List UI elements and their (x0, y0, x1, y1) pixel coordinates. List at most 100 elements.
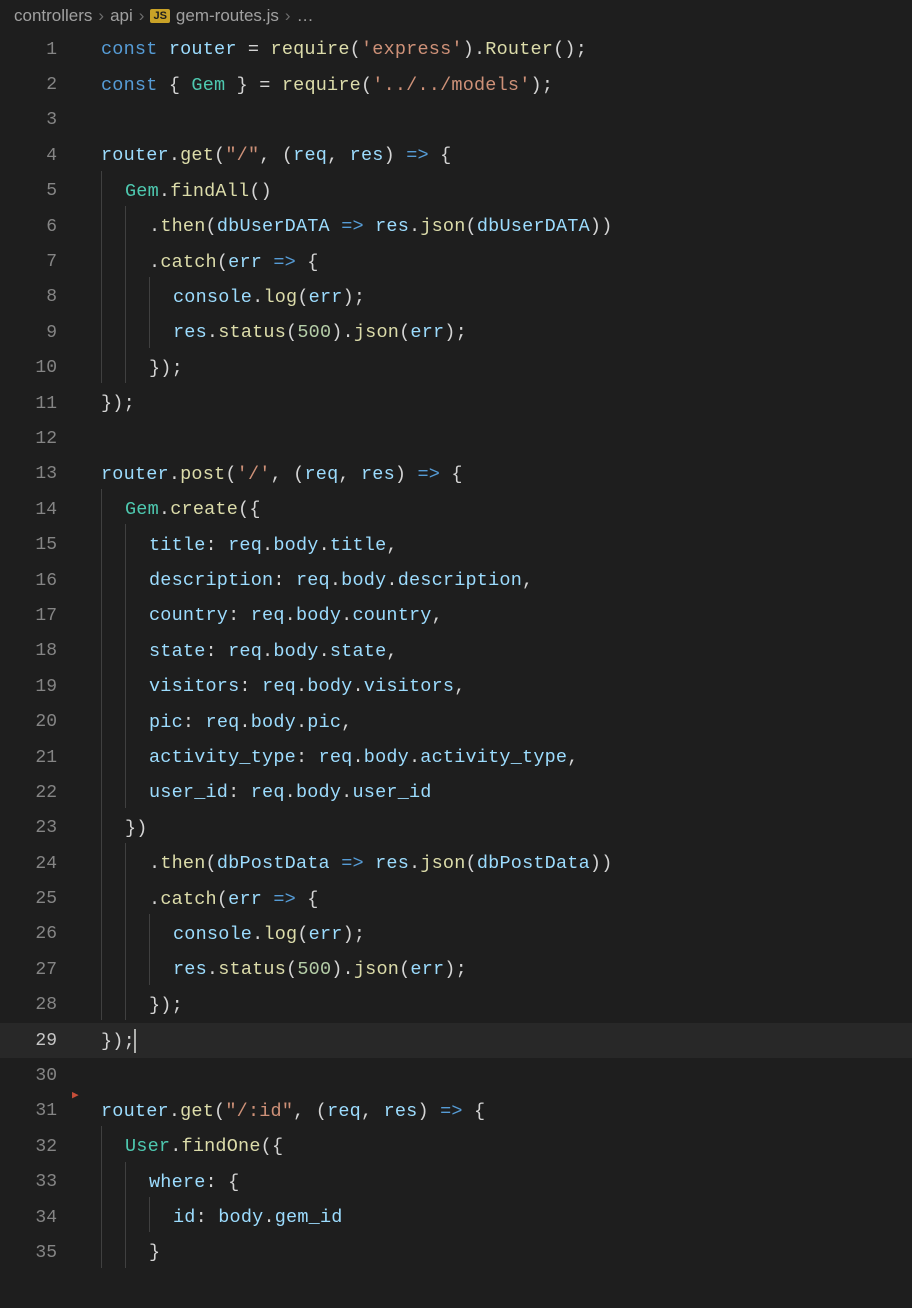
code-line[interactable]: 15 title: req.body.title, (0, 527, 912, 562)
code-content[interactable]: id: body.gem_id (173, 1207, 343, 1228)
code-content[interactable]: }) (125, 818, 148, 839)
code-content[interactable]: activity_type: req.body.activity_type, (149, 747, 579, 768)
line-number[interactable]: 16 (0, 571, 65, 591)
code-line[interactable]: 23}) (0, 811, 912, 846)
code-line[interactable]: 12 (0, 421, 912, 456)
code-content[interactable]: .then(dbPostData => res.json(dbPostData)… (149, 853, 613, 874)
code-line[interactable]: 1const router = require('express').Route… (0, 32, 912, 67)
code-line[interactable]: 9res.status(500).json(err); (0, 315, 912, 350)
code-line[interactable]: 18state: req.body.state, (0, 634, 912, 669)
code-content[interactable]: title: req.body.title, (149, 535, 398, 556)
code-content[interactable]: }); (149, 358, 183, 379)
code-line[interactable]: 21 activity_type: req.body.activity_type, (0, 740, 912, 775)
code-content[interactable]: visitors: req.body.visitors, (149, 676, 466, 697)
code-line[interactable]: 32 User.findOne({ (0, 1129, 912, 1164)
code-content[interactable]: Gem.create({ (125, 499, 261, 520)
breadcrumb-folder[interactable]: controllers (14, 6, 92, 26)
code-line[interactable]: 11}); (0, 386, 912, 421)
code-line[interactable]: 4 router.get("/", (req, res) => { (0, 138, 912, 173)
line-number[interactable]: 30 (0, 1066, 65, 1086)
line-number[interactable]: 28 (0, 995, 65, 1015)
breadcrumb-trailing[interactable]: … (297, 6, 314, 26)
code-line[interactable]: 33 where: { (0, 1165, 912, 1200)
code-content[interactable]: router.post('/', (req, res) => { (101, 464, 463, 485)
line-number[interactable]: 32 (0, 1137, 65, 1157)
code-line[interactable]: 35} (0, 1235, 912, 1270)
code-content[interactable]: const { Gem } = require('../../models'); (101, 75, 553, 96)
line-number[interactable]: 8 (0, 287, 65, 307)
code-content[interactable]: .catch(err => { (149, 889, 319, 910)
code-line[interactable]: 31router.get("/:id", (req, res) => {▶ (0, 1094, 912, 1129)
code-content[interactable]: Gem.findAll() (125, 181, 272, 202)
line-number[interactable]: 9 (0, 323, 65, 343)
code-content[interactable]: user_id: req.body.user_id (149, 782, 432, 803)
code-line[interactable]: 22 user_id: req.body.user_id (0, 775, 912, 810)
code-content[interactable]: .then(dbUserDATA => res.json(dbUserDATA)… (149, 216, 613, 237)
code-line[interactable]: 6 .then(dbUserDATA => res.json(dbUserDATA… (0, 209, 912, 244)
line-number[interactable]: 1 (0, 40, 65, 60)
line-number[interactable]: 11 (0, 394, 65, 414)
line-number[interactable]: 23 (0, 818, 65, 838)
line-number[interactable]: 12 (0, 429, 65, 449)
code-line[interactable]: 17 country: req.body.country, (0, 598, 912, 633)
line-number[interactable]: 26 (0, 924, 65, 944)
line-number[interactable]: 31 (0, 1101, 65, 1121)
code-line[interactable]: 29}); (0, 1023, 912, 1058)
line-number[interactable]: 29 (0, 1031, 65, 1051)
code-content[interactable]: }); (101, 1029, 136, 1053)
line-number[interactable]: 6 (0, 217, 65, 237)
line-number[interactable]: 19 (0, 677, 65, 697)
code-content[interactable]: .catch(err => { (149, 252, 319, 273)
code-content[interactable]: console.log(err); (173, 287, 365, 308)
code-line[interactable]: 5Gem.findAll() (0, 174, 912, 209)
code-line[interactable]: 20 pic: req.body.pic, (0, 704, 912, 739)
code-content[interactable]: country: req.body.country, (149, 605, 443, 626)
code-editor[interactable]: 1const router = require('express').Route… (0, 32, 912, 1271)
breadcrumb-folder[interactable]: api (110, 6, 133, 26)
code-content[interactable]: router.get("/:id", (req, res) => { (101, 1101, 485, 1122)
line-number[interactable]: 34 (0, 1208, 65, 1228)
line-number[interactable]: 3 (0, 110, 65, 130)
code-content[interactable]: router.get("/", (req, res) => { (101, 145, 451, 166)
line-number[interactable]: 20 (0, 712, 65, 732)
code-content[interactable]: pic: req.body.pic, (149, 712, 352, 733)
line-number[interactable]: 35 (0, 1243, 65, 1263)
line-number[interactable]: 33 (0, 1172, 65, 1192)
line-number[interactable]: 25 (0, 889, 65, 909)
code-line[interactable]: 30 (0, 1058, 912, 1093)
code-line[interactable]: 34 id: body.gem_id (0, 1200, 912, 1235)
line-number[interactable]: 7 (0, 252, 65, 272)
code-line[interactable]: 26console.log(err); (0, 917, 912, 952)
line-number[interactable]: 21 (0, 748, 65, 768)
line-number[interactable]: 27 (0, 960, 65, 980)
breadcrumb-file[interactable]: gem-routes.js (176, 6, 279, 26)
code-content[interactable]: }); (101, 393, 135, 414)
code-line[interactable]: 27res.status(500).json(err); (0, 952, 912, 987)
line-number[interactable]: 13 (0, 464, 65, 484)
code-content[interactable]: } (149, 1242, 160, 1263)
line-number[interactable]: 2 (0, 75, 65, 95)
line-number[interactable]: 4 (0, 146, 65, 166)
line-number[interactable]: 22 (0, 783, 65, 803)
fold-marker-icon[interactable]: ▶ (72, 1088, 79, 1102)
code-content[interactable]: description: req.body.description, (149, 570, 533, 591)
code-line[interactable]: 8 console.log(err); (0, 280, 912, 315)
code-line[interactable]: 16 description: req.body.description, (0, 563, 912, 598)
code-line[interactable]: 25 .catch(err => { (0, 881, 912, 916)
line-number[interactable]: 18 (0, 641, 65, 661)
line-number[interactable]: 15 (0, 535, 65, 555)
line-number[interactable]: 10 (0, 358, 65, 378)
code-line[interactable]: 13 router.post('/', (req, res) => { (0, 457, 912, 492)
breadcrumb[interactable]: controllers › api › JS gem-routes.js › … (0, 0, 912, 32)
line-number[interactable]: 17 (0, 606, 65, 626)
code-line[interactable]: 7 .catch(err => { (0, 244, 912, 279)
code-content[interactable]: }); (149, 995, 183, 1016)
line-number[interactable]: 14 (0, 500, 65, 520)
code-content[interactable]: where: { (149, 1172, 239, 1193)
code-line[interactable]: 28}); (0, 988, 912, 1023)
code-line[interactable]: 10}); (0, 351, 912, 386)
code-content[interactable]: User.findOne({ (125, 1136, 283, 1157)
code-line[interactable]: 2 const { Gem } = require('../../models')… (0, 67, 912, 102)
code-line[interactable]: 19 visitors: req.body.visitors, (0, 669, 912, 704)
line-number[interactable]: 24 (0, 854, 65, 874)
